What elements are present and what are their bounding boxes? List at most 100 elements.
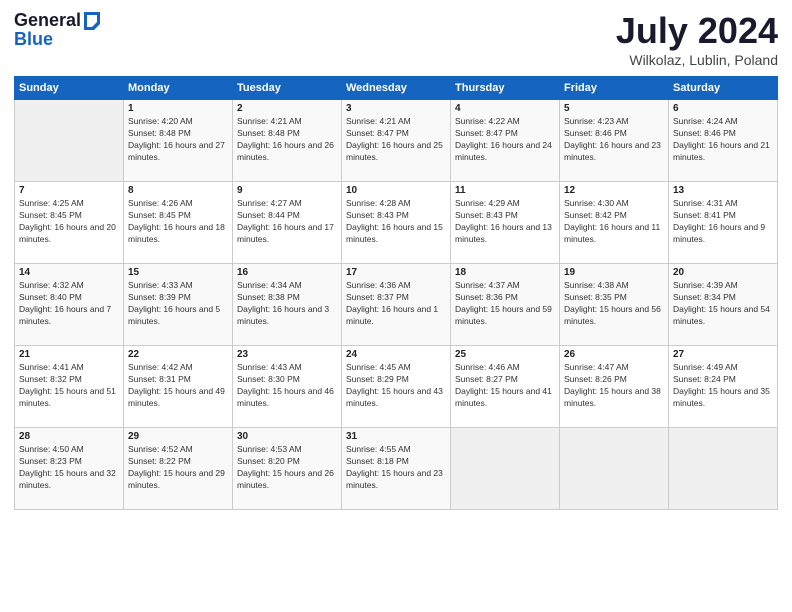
cell-3-6: 27 Sunrise: 4:49 AMSunset: 8:24 PMDaylig… <box>669 346 778 428</box>
main-container: General Blue July 2024 Wilkolaz, Lublin,… <box>0 0 792 518</box>
week-row-5: 28 Sunrise: 4:50 AMSunset: 8:23 PMDaylig… <box>15 428 778 510</box>
header-friday: Friday <box>560 77 669 100</box>
day-detail: Sunrise: 4:24 AMSunset: 8:46 PMDaylight:… <box>673 116 773 164</box>
day-detail: Sunrise: 4:21 AMSunset: 8:48 PMDaylight:… <box>237 116 337 164</box>
cell-1-2: 9 Sunrise: 4:27 AMSunset: 8:44 PMDayligh… <box>233 182 342 264</box>
day-number: 27 <box>673 349 773 360</box>
calendar-table: Sunday Monday Tuesday Wednesday Thursday… <box>14 76 778 510</box>
day-number: 2 <box>237 103 337 114</box>
day-detail: Sunrise: 4:28 AMSunset: 8:43 PMDaylight:… <box>346 198 446 246</box>
cell-3-4: 25 Sunrise: 4:46 AMSunset: 8:27 PMDaylig… <box>451 346 560 428</box>
cell-0-4: 4 Sunrise: 4:22 AMSunset: 8:47 PMDayligh… <box>451 100 560 182</box>
location: Wilkolaz, Lublin, Poland <box>616 52 778 68</box>
logo: General Blue <box>14 10 100 50</box>
month-title: July 2024 <box>616 10 778 52</box>
header-tuesday: Tuesday <box>233 77 342 100</box>
cell-2-6: 20 Sunrise: 4:39 AMSunset: 8:34 PMDaylig… <box>669 264 778 346</box>
cell-2-5: 19 Sunrise: 4:38 AMSunset: 8:35 PMDaylig… <box>560 264 669 346</box>
title-area: July 2024 Wilkolaz, Lublin, Poland <box>616 10 778 68</box>
day-number: 18 <box>455 267 555 278</box>
header-saturday: Saturday <box>669 77 778 100</box>
day-number: 6 <box>673 103 773 114</box>
day-number: 31 <box>346 431 446 442</box>
day-detail: Sunrise: 4:52 AMSunset: 8:22 PMDaylight:… <box>128 444 228 492</box>
cell-2-0: 14 Sunrise: 4:32 AMSunset: 8:40 PMDaylig… <box>15 264 124 346</box>
week-row-2: 7 Sunrise: 4:25 AMSunset: 8:45 PMDayligh… <box>15 182 778 264</box>
cell-0-5: 5 Sunrise: 4:23 AMSunset: 8:46 PMDayligh… <box>560 100 669 182</box>
header-thursday: Thursday <box>451 77 560 100</box>
cell-3-0: 21 Sunrise: 4:41 AMSunset: 8:32 PMDaylig… <box>15 346 124 428</box>
cell-3-1: 22 Sunrise: 4:42 AMSunset: 8:31 PMDaylig… <box>124 346 233 428</box>
header-monday: Monday <box>124 77 233 100</box>
cell-0-1: 1 Sunrise: 4:20 AMSunset: 8:48 PMDayligh… <box>124 100 233 182</box>
day-number: 12 <box>564 185 664 196</box>
day-number: 17 <box>346 267 446 278</box>
day-number: 11 <box>455 185 555 196</box>
day-detail: Sunrise: 4:55 AMSunset: 8:18 PMDaylight:… <box>346 444 446 492</box>
day-detail: Sunrise: 4:34 AMSunset: 8:38 PMDaylight:… <box>237 280 337 328</box>
cell-4-3: 31 Sunrise: 4:55 AMSunset: 8:18 PMDaylig… <box>342 428 451 510</box>
cell-4-0: 28 Sunrise: 4:50 AMSunset: 8:23 PMDaylig… <box>15 428 124 510</box>
day-detail: Sunrise: 4:29 AMSunset: 8:43 PMDaylight:… <box>455 198 555 246</box>
cell-4-2: 30 Sunrise: 4:53 AMSunset: 8:20 PMDaylig… <box>233 428 342 510</box>
day-number: 24 <box>346 349 446 360</box>
cell-4-1: 29 Sunrise: 4:52 AMSunset: 8:22 PMDaylig… <box>124 428 233 510</box>
logo-blue: Blue <box>14 29 53 50</box>
cell-4-5 <box>560 428 669 510</box>
day-detail: Sunrise: 4:22 AMSunset: 8:47 PMDaylight:… <box>455 116 555 164</box>
day-number: 26 <box>564 349 664 360</box>
day-detail: Sunrise: 4:47 AMSunset: 8:26 PMDaylight:… <box>564 362 664 410</box>
day-number: 8 <box>128 185 228 196</box>
day-number: 9 <box>237 185 337 196</box>
day-detail: Sunrise: 4:30 AMSunset: 8:42 PMDaylight:… <box>564 198 664 246</box>
cell-3-2: 23 Sunrise: 4:43 AMSunset: 8:30 PMDaylig… <box>233 346 342 428</box>
week-row-3: 14 Sunrise: 4:32 AMSunset: 8:40 PMDaylig… <box>15 264 778 346</box>
header-sunday: Sunday <box>15 77 124 100</box>
header-row: Sunday Monday Tuesday Wednesday Thursday… <box>15 77 778 100</box>
day-detail: Sunrise: 4:36 AMSunset: 8:37 PMDaylight:… <box>346 280 446 328</box>
cell-0-2: 2 Sunrise: 4:21 AMSunset: 8:48 PMDayligh… <box>233 100 342 182</box>
cell-1-0: 7 Sunrise: 4:25 AMSunset: 8:45 PMDayligh… <box>15 182 124 264</box>
cell-2-4: 18 Sunrise: 4:37 AMSunset: 8:36 PMDaylig… <box>451 264 560 346</box>
day-number: 1 <box>128 103 228 114</box>
cell-0-3: 3 Sunrise: 4:21 AMSunset: 8:47 PMDayligh… <box>342 100 451 182</box>
day-number: 25 <box>455 349 555 360</box>
day-detail: Sunrise: 4:43 AMSunset: 8:30 PMDaylight:… <box>237 362 337 410</box>
day-detail: Sunrise: 4:39 AMSunset: 8:34 PMDaylight:… <box>673 280 773 328</box>
day-number: 5 <box>564 103 664 114</box>
day-number: 14 <box>19 267 119 278</box>
day-detail: Sunrise: 4:26 AMSunset: 8:45 PMDaylight:… <box>128 198 228 246</box>
day-number: 29 <box>128 431 228 442</box>
day-detail: Sunrise: 4:32 AMSunset: 8:40 PMDaylight:… <box>19 280 119 328</box>
cell-1-5: 12 Sunrise: 4:30 AMSunset: 8:42 PMDaylig… <box>560 182 669 264</box>
cell-2-1: 15 Sunrise: 4:33 AMSunset: 8:39 PMDaylig… <box>124 264 233 346</box>
day-number: 7 <box>19 185 119 196</box>
day-detail: Sunrise: 4:25 AMSunset: 8:45 PMDaylight:… <box>19 198 119 246</box>
day-detail: Sunrise: 4:49 AMSunset: 8:24 PMDaylight:… <box>673 362 773 410</box>
cell-0-0 <box>15 100 124 182</box>
day-detail: Sunrise: 4:21 AMSunset: 8:47 PMDaylight:… <box>346 116 446 164</box>
day-detail: Sunrise: 4:37 AMSunset: 8:36 PMDaylight:… <box>455 280 555 328</box>
cell-1-1: 8 Sunrise: 4:26 AMSunset: 8:45 PMDayligh… <box>124 182 233 264</box>
logo-icon <box>82 12 100 30</box>
day-number: 23 <box>237 349 337 360</box>
day-detail: Sunrise: 4:31 AMSunset: 8:41 PMDaylight:… <box>673 198 773 246</box>
cell-3-5: 26 Sunrise: 4:47 AMSunset: 8:26 PMDaylig… <box>560 346 669 428</box>
day-detail: Sunrise: 4:42 AMSunset: 8:31 PMDaylight:… <box>128 362 228 410</box>
cell-2-3: 17 Sunrise: 4:36 AMSunset: 8:37 PMDaylig… <box>342 264 451 346</box>
cell-4-4 <box>451 428 560 510</box>
day-detail: Sunrise: 4:23 AMSunset: 8:46 PMDaylight:… <box>564 116 664 164</box>
day-detail: Sunrise: 4:53 AMSunset: 8:20 PMDaylight:… <box>237 444 337 492</box>
day-number: 13 <box>673 185 773 196</box>
cell-1-4: 11 Sunrise: 4:29 AMSunset: 8:43 PMDaylig… <box>451 182 560 264</box>
cell-3-3: 24 Sunrise: 4:45 AMSunset: 8:29 PMDaylig… <box>342 346 451 428</box>
day-detail: Sunrise: 4:38 AMSunset: 8:35 PMDaylight:… <box>564 280 664 328</box>
day-number: 20 <box>673 267 773 278</box>
day-number: 16 <box>237 267 337 278</box>
day-number: 22 <box>128 349 228 360</box>
cell-1-3: 10 Sunrise: 4:28 AMSunset: 8:43 PMDaylig… <box>342 182 451 264</box>
cell-1-6: 13 Sunrise: 4:31 AMSunset: 8:41 PMDaylig… <box>669 182 778 264</box>
header-wednesday: Wednesday <box>342 77 451 100</box>
day-number: 19 <box>564 267 664 278</box>
day-detail: Sunrise: 4:46 AMSunset: 8:27 PMDaylight:… <box>455 362 555 410</box>
